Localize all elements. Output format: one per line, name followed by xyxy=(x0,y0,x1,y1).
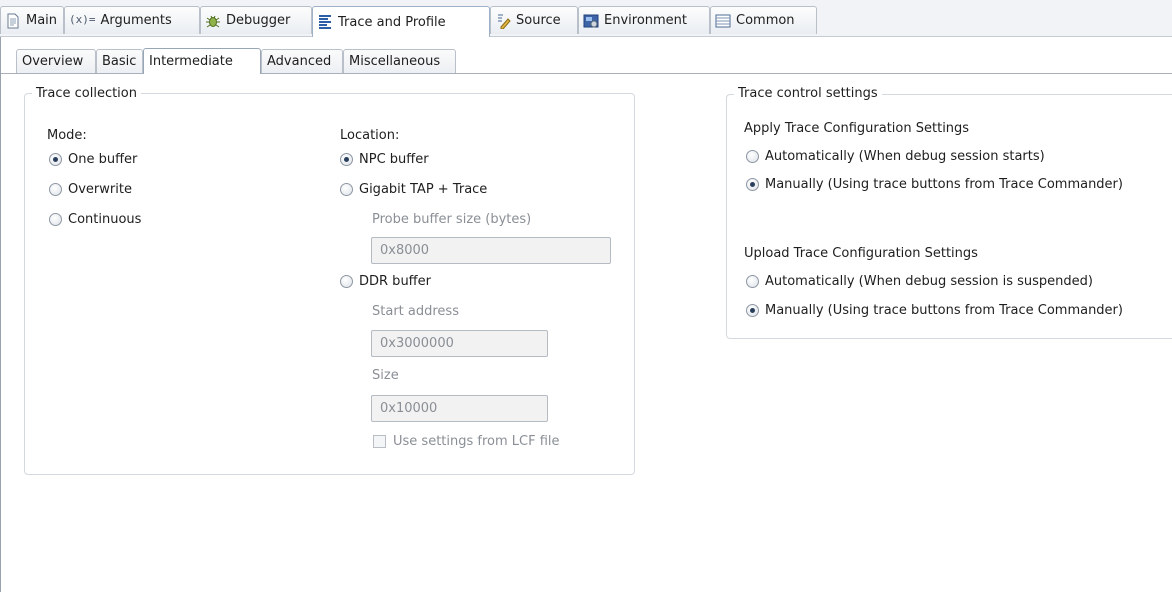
launch-config-tab-bar: Main (x)= Arguments Debugger Trace and P… xyxy=(0,0,1172,37)
apply-automatically-label: Automatically (When debug session starts… xyxy=(765,149,1045,164)
subtab-miscellaneous[interactable]: Miscellaneous xyxy=(343,49,456,73)
probe-buffer-size-input[interactable]: 0x8000 xyxy=(371,237,611,264)
apply-manually-radio[interactable]: Manually (Using trace buttons from Trace… xyxy=(746,177,1123,192)
bug-icon xyxy=(205,13,221,29)
mode-one-buffer-label: One buffer xyxy=(68,152,138,167)
tab-trace-and-profile[interactable]: Trace and Profile xyxy=(312,6,490,37)
tab-arguments[interactable]: (x)= Arguments xyxy=(64,6,200,34)
location-npc-buffer-radio[interactable]: NPC buffer xyxy=(340,152,429,167)
arguments-icon: (x)= xyxy=(69,12,96,26)
tab-environment[interactable]: Environment xyxy=(578,6,710,34)
tab-debugger-label: Debugger xyxy=(226,13,291,28)
radio-selected-icon xyxy=(340,153,353,166)
radio-selected-icon xyxy=(49,153,62,166)
start-address-label: Start address xyxy=(372,304,459,319)
tab-environment-label: Environment xyxy=(604,13,688,28)
tab-main[interactable]: Main xyxy=(0,6,64,34)
checkbox-unchecked-icon xyxy=(373,435,386,448)
subtab-overview-label: Overview xyxy=(22,54,84,69)
tab-trace-and-profile-label: Trace and Profile xyxy=(338,14,446,30)
location-label: Location: xyxy=(340,128,400,143)
mode-continuous-label: Continuous xyxy=(68,212,142,227)
upload-automatically-radio[interactable]: Automatically (When debug session is sus… xyxy=(746,274,1093,289)
mode-one-buffer-radio[interactable]: One buffer xyxy=(49,152,137,167)
radio-unselected-icon xyxy=(49,213,62,226)
document-icon xyxy=(5,13,21,29)
radio-unselected-icon xyxy=(49,183,62,196)
apply-manually-label: Manually (Using trace buttons from Trace… xyxy=(765,177,1123,192)
tab-source[interactable]: Source xyxy=(490,6,578,34)
radio-selected-icon xyxy=(746,178,759,191)
subtab-advanced[interactable]: Advanced xyxy=(261,49,343,73)
upload-settings-heading: Upload Trace Configuration Settings xyxy=(744,246,978,261)
trace-sub-tab-bar: Overview Basic Intermediate Advanced Mis… xyxy=(0,37,1172,74)
common-icon xyxy=(715,13,731,29)
mode-continuous-radio[interactable]: Continuous xyxy=(49,212,141,227)
tab-arguments-label: Arguments xyxy=(100,13,172,28)
location-ddr-buffer-radio[interactable]: DDR buffer xyxy=(340,274,431,289)
trace-collection-title: Trace collection xyxy=(32,86,141,101)
source-icon xyxy=(495,13,511,29)
tab-common[interactable]: Common xyxy=(710,6,817,34)
mode-overwrite-label: Overwrite xyxy=(68,182,132,197)
upload-automatically-label: Automatically (When debug session is sus… xyxy=(765,274,1093,289)
radio-selected-icon xyxy=(746,304,759,317)
subtab-advanced-label: Advanced xyxy=(267,54,332,69)
environment-icon xyxy=(583,13,599,29)
use-lcf-settings-checkbox[interactable]: Use settings from LCF file xyxy=(373,434,560,449)
trace-icon xyxy=(317,14,333,30)
radio-unselected-icon xyxy=(746,275,759,288)
tab-debugger[interactable]: Debugger xyxy=(200,6,312,34)
mode-overwrite-radio[interactable]: Overwrite xyxy=(49,182,132,197)
tab-main-label: Main xyxy=(26,13,58,28)
mode-label: Mode: xyxy=(47,128,87,143)
size-input[interactable]: 0x10000 xyxy=(371,395,548,422)
radio-unselected-icon xyxy=(340,275,353,288)
upload-manually-radio[interactable]: Manually (Using trace buttons from Trace… xyxy=(746,303,1123,318)
probe-buffer-size-label: Probe buffer size (bytes) xyxy=(372,212,532,227)
subtab-overview[interactable]: Overview xyxy=(16,49,96,73)
apply-automatically-radio[interactable]: Automatically (When debug session starts… xyxy=(746,149,1045,164)
panel-left-border xyxy=(0,37,1,592)
tab-source-label: Source xyxy=(516,13,561,28)
apply-settings-heading: Apply Trace Configuration Settings xyxy=(744,121,970,136)
size-label: Size xyxy=(372,368,399,383)
subtab-miscellaneous-label: Miscellaneous xyxy=(349,54,441,69)
location-gigabit-tap-label: Gigabit TAP + Trace xyxy=(359,182,488,197)
upload-manually-label: Manually (Using trace buttons from Trace… xyxy=(765,303,1123,318)
radio-unselected-icon xyxy=(340,183,353,196)
location-gigabit-tap-radio[interactable]: Gigabit TAP + Trace xyxy=(340,182,487,197)
trace-control-title: Trace control settings xyxy=(734,86,882,101)
tab-common-label: Common xyxy=(736,13,795,28)
location-ddr-buffer-label: DDR buffer xyxy=(359,274,431,289)
use-lcf-settings-label: Use settings from LCF file xyxy=(393,434,560,449)
start-address-input[interactable]: 0x3000000 xyxy=(371,330,548,357)
radio-unselected-icon xyxy=(746,150,759,163)
subtab-basic[interactable]: Basic xyxy=(96,49,143,73)
subtab-basic-label: Basic xyxy=(102,54,137,69)
location-npc-buffer-label: NPC buffer xyxy=(359,152,429,167)
subtab-intermediate-label: Intermediate xyxy=(149,54,233,69)
subtab-intermediate[interactable]: Intermediate xyxy=(143,48,261,74)
